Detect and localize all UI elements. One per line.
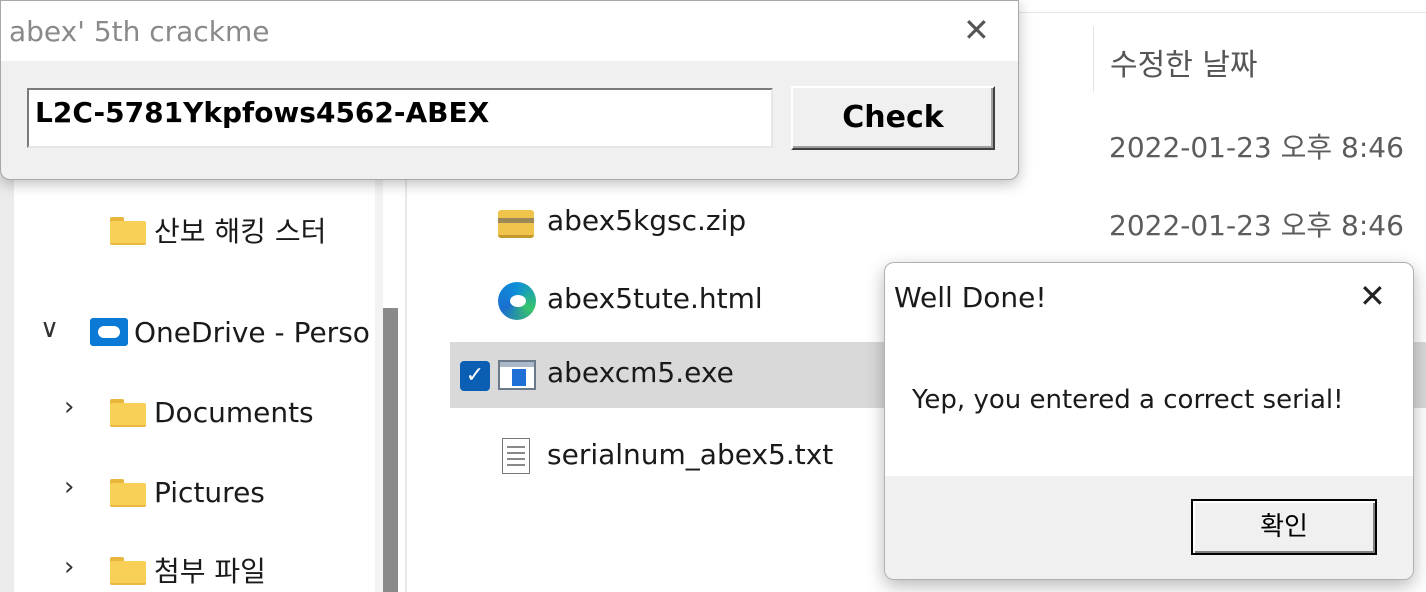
message-box-title: Well Done! bbox=[894, 281, 1047, 314]
close-icon[interactable]: ✕ bbox=[963, 11, 990, 49]
message-text: Yep, you entered a correct serial! bbox=[912, 385, 1344, 415]
header-border bbox=[1000, 12, 1426, 13]
text-file-icon bbox=[498, 438, 534, 474]
chevron-right-icon[interactable]: › bbox=[64, 552, 74, 582]
folder-icon bbox=[110, 399, 146, 427]
file-date: 2022-01-23 오후 8:46 bbox=[1109, 209, 1404, 242]
column-separator[interactable] bbox=[1093, 26, 1094, 92]
file-name: abexcm5.exe bbox=[547, 356, 734, 389]
check-button[interactable]: Check bbox=[791, 86, 995, 150]
column-header-date-modified[interactable]: 수정한 날짜 bbox=[1110, 40, 1258, 84]
folder-icon bbox=[110, 479, 146, 507]
edge-icon bbox=[498, 282, 536, 320]
nav-item-label: Documents bbox=[154, 395, 314, 429]
message-box: Well Done! ✕ Yep, you entered a correct … bbox=[884, 262, 1414, 580]
serial-input[interactable]: L2C-5781Ykpfows4562-ABEX bbox=[27, 88, 773, 148]
folder-icon bbox=[110, 557, 146, 585]
nav-item-pictures[interactable]: Pictures bbox=[110, 472, 265, 512]
nav-item-documents[interactable]: Documents bbox=[110, 392, 314, 432]
zip-icon bbox=[498, 204, 534, 240]
nav-item-label: 첨부 파일 bbox=[154, 555, 266, 588]
checkbox-checked-icon[interactable]: ✓ bbox=[460, 361, 490, 391]
chevron-right-icon[interactable]: › bbox=[64, 472, 74, 502]
file-date: 2022-01-23 오후 8:46 bbox=[1109, 131, 1404, 164]
ok-button[interactable]: 확인 bbox=[1191, 499, 1377, 555]
onedrive-icon bbox=[90, 318, 128, 346]
nav-scrollbar-thumb[interactable] bbox=[383, 308, 398, 592]
nav-item-label: 산보 해킹 스터 bbox=[154, 215, 327, 248]
chevron-right-icon[interactable]: › bbox=[64, 392, 74, 422]
crackme-window: abex' 5th crackme ✕ L2C-5781Ykpfows4562-… bbox=[0, 0, 1019, 180]
nav-item-label: Pictures bbox=[154, 475, 265, 509]
chevron-down-icon[interactable]: ∨ bbox=[40, 314, 59, 344]
crackme-titlebar[interactable]: abex' 5th crackme ✕ bbox=[1, 1, 1018, 61]
exe-icon bbox=[498, 356, 536, 392]
nav-item-attachments[interactable]: 첨부 파일 bbox=[110, 550, 266, 590]
file-name: abex5kgsc.zip bbox=[547, 204, 747, 237]
file-name: serialnum_abex5.txt bbox=[547, 438, 834, 471]
folder-icon bbox=[110, 217, 146, 245]
file-name: abex5tute.html bbox=[547, 282, 763, 315]
nav-item-onedrive[interactable]: OneDrive - Perso bbox=[90, 312, 370, 352]
file-row-abex5kgsc-zip[interactable]: abex5kgsc.zip 2022-01-23 오후 8:46 bbox=[450, 190, 1426, 256]
nav-item-label: OneDrive - Perso bbox=[134, 315, 370, 349]
crackme-title: abex' 5th crackme bbox=[9, 15, 270, 48]
close-icon[interactable]: ✕ bbox=[1359, 277, 1386, 315]
nav-item-study-folder[interactable]: 산보 해킹 스터 bbox=[110, 210, 326, 250]
